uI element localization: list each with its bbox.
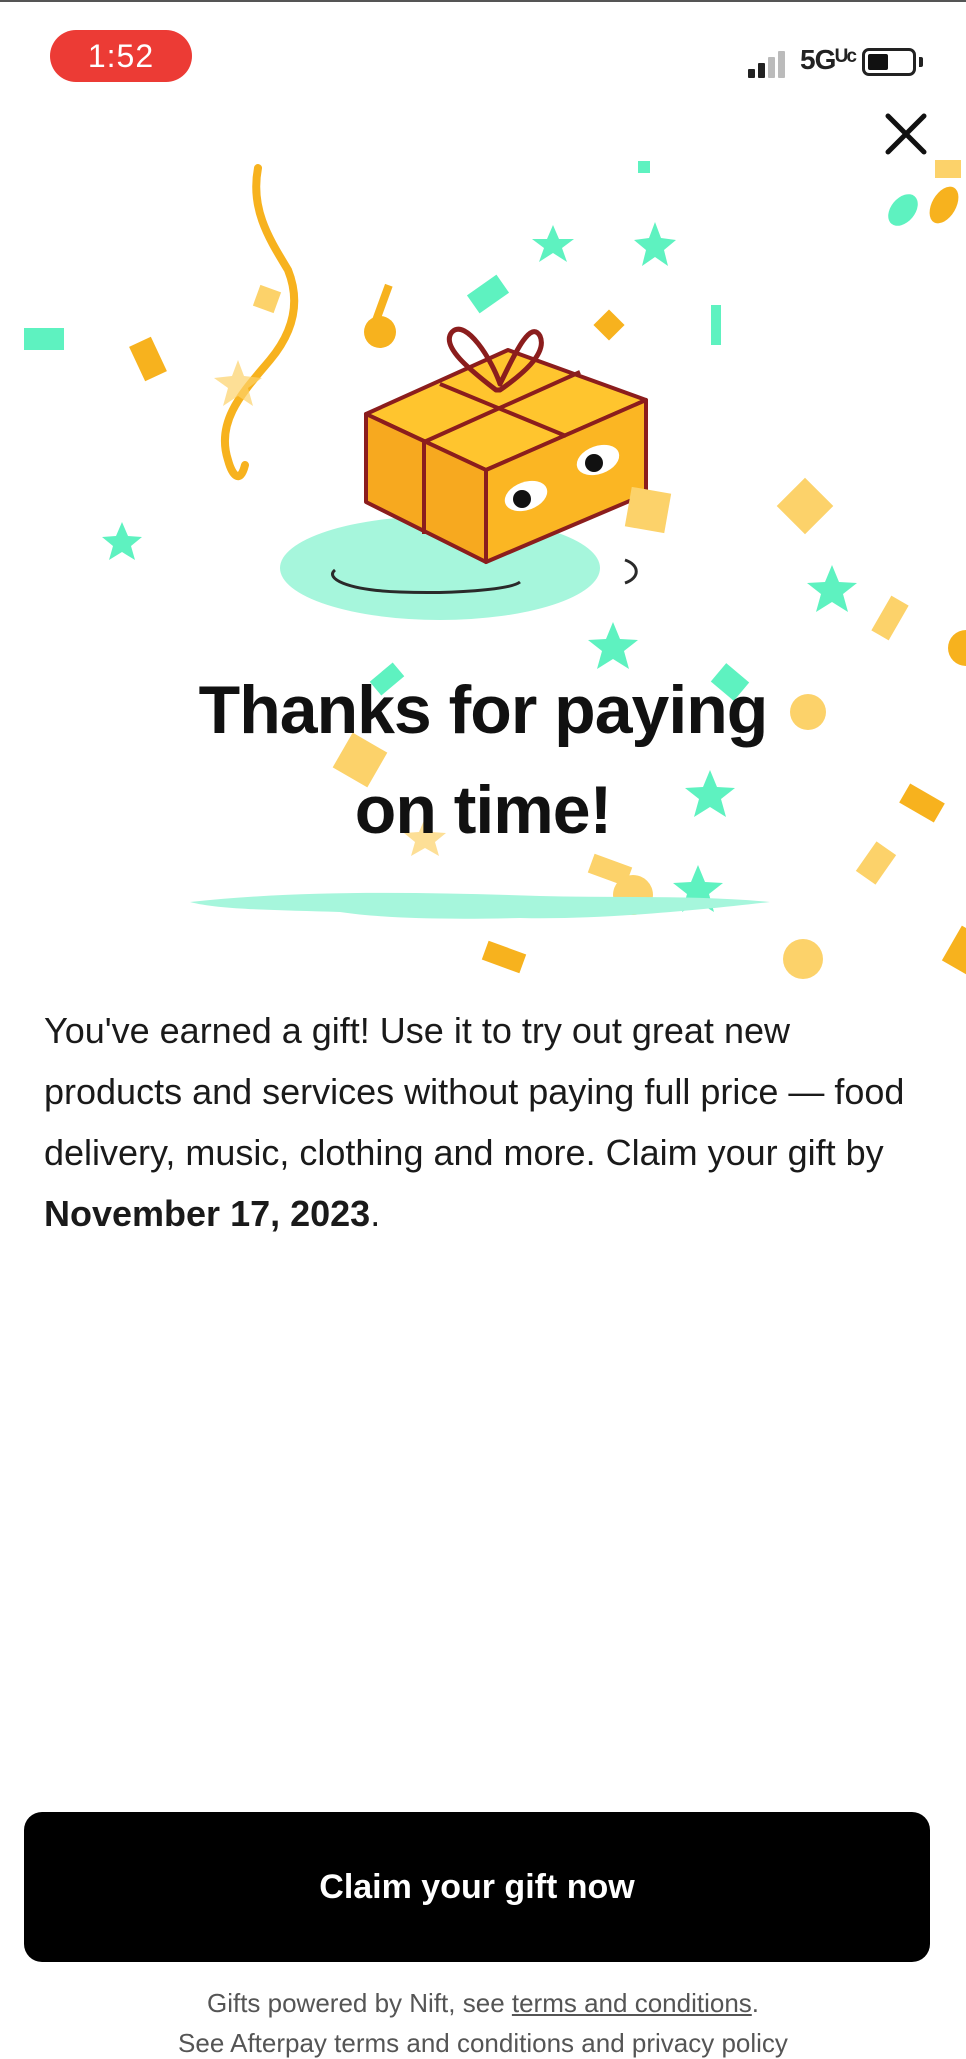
time-indicator: 1:52 xyxy=(50,30,192,82)
gift-description: You've earned a gift! Use it to try out … xyxy=(44,1000,924,1244)
footer-afterpay-line[interactable]: See Afterpay terms and conditions and pr… xyxy=(0,2028,966,2059)
footer-nift-suffix: . xyxy=(751,1988,760,2018)
confetti-orange xyxy=(776,477,834,535)
confetti-mint xyxy=(711,305,721,345)
claim-gift-button[interactable]: Claim your gift now xyxy=(24,1812,930,1962)
nift-terms-link[interactable]: terms and conditions xyxy=(512,1988,752,2018)
footer-nift-line: Gifts powered by Nift, see terms and con… xyxy=(0,1988,966,2019)
confetti-orange xyxy=(871,595,909,641)
status-bar: 1:52 5Gᵁᶜ xyxy=(0,0,966,110)
confetti-star xyxy=(634,222,676,266)
gift-description-end: . xyxy=(370,1193,381,1234)
page-title: Thanks for paying on time! xyxy=(0,660,966,860)
claim-deadline-date: November 17, 2023 xyxy=(44,1193,371,1234)
title-line-1: Thanks for paying xyxy=(198,672,769,748)
ground-puddle xyxy=(190,892,770,919)
confetti-mint xyxy=(888,194,918,226)
confetti-orange xyxy=(929,186,959,224)
gift-description-text: You've earned a gift! Use it to try out … xyxy=(44,1010,905,1173)
network-label: 5Gᵁᶜ xyxy=(800,44,857,75)
battery-icon xyxy=(862,48,916,76)
confetti-star xyxy=(532,225,574,262)
confetti-orange xyxy=(252,284,282,314)
signal-icon xyxy=(748,50,790,78)
confetti-star xyxy=(102,522,142,560)
confetti-orange xyxy=(593,309,625,341)
confetti-orange xyxy=(783,939,823,979)
title-line-2: on time! xyxy=(354,772,612,848)
confetti-orange xyxy=(481,940,527,974)
streamer-confetti xyxy=(220,164,299,481)
confetti-mint xyxy=(24,328,64,350)
confetti-orange xyxy=(129,336,167,382)
confetti-star xyxy=(807,565,857,612)
confetti-mint xyxy=(466,274,510,314)
footer-nift-prefix: Gifts powered by Nift, see xyxy=(206,1988,512,2018)
battery-tip xyxy=(919,57,923,67)
confetti-mint xyxy=(638,161,650,173)
